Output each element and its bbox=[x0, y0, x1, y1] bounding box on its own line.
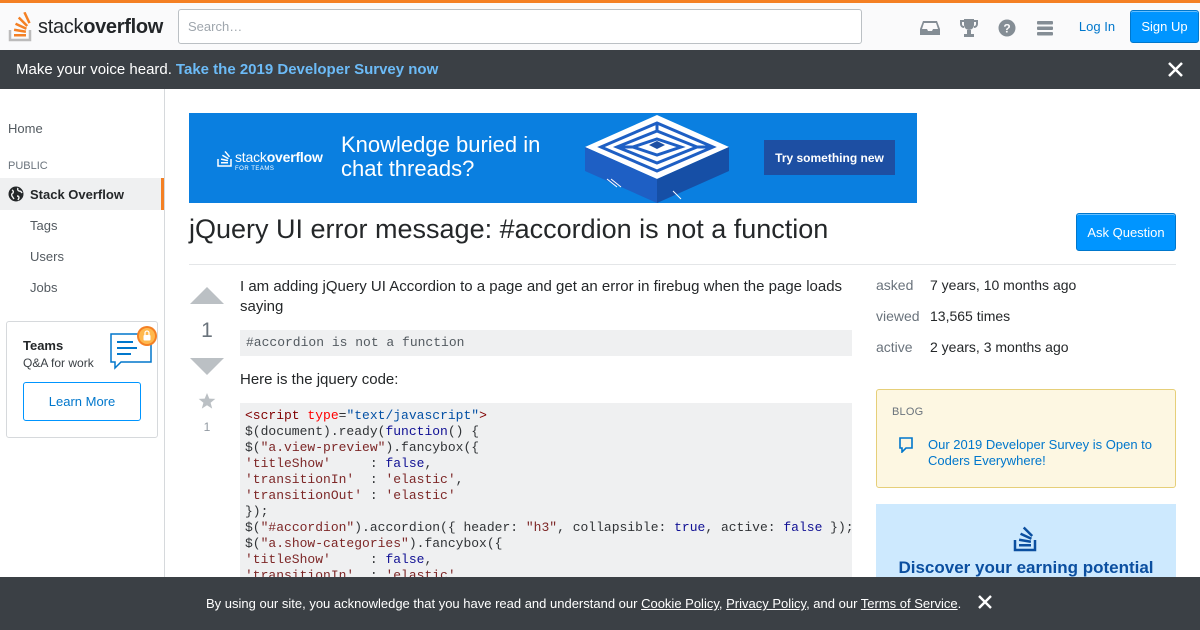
sidebar-item-users[interactable]: Users bbox=[30, 249, 64, 264]
inbox-icon[interactable] bbox=[919, 17, 941, 39]
stackoverflow-logo[interactable]: stackoverflow bbox=[8, 11, 163, 43]
help-icon[interactable]: ? bbox=[996, 17, 1018, 39]
svg-text:?: ? bbox=[1003, 22, 1010, 36]
logo-text: stackoverflow bbox=[38, 15, 164, 38]
stackoverflow-logo-icon bbox=[8, 12, 32, 42]
ask-question-button[interactable]: Ask Question bbox=[1076, 213, 1176, 251]
sidebar-item-label: Stack Overflow bbox=[30, 186, 124, 202]
sign-up-button[interactable]: Sign Up bbox=[1130, 10, 1199, 43]
learn-more-button[interactable]: Learn More bbox=[23, 382, 141, 421]
close-icon[interactable] bbox=[978, 595, 992, 609]
downvote-arrow-icon[interactable] bbox=[190, 356, 224, 381]
code-line: $(document).ready(function() { bbox=[245, 424, 480, 439]
code-line: $("#accordion").accordion({ header: "h3"… bbox=[245, 520, 852, 535]
log-in-button[interactable]: Log In bbox=[1071, 10, 1123, 43]
favorite-star-icon[interactable] bbox=[198, 392, 216, 415]
viewed-value: 13,565 times bbox=[930, 308, 1011, 324]
search-input[interactable] bbox=[178, 9, 862, 44]
cookie-notice: By using our site, you acknowledge that … bbox=[0, 577, 1200, 630]
asked-value[interactable]: 7 years, 10 months ago bbox=[930, 277, 1076, 293]
question-body-intro: I am adding jQuery UI Accordion to a pag… bbox=[240, 278, 843, 315]
favorite-count: 1 bbox=[203, 420, 211, 434]
blog-heading: BLOG bbox=[892, 406, 924, 418]
earn-ad-text: Discover your earning potential bbox=[898, 558, 1154, 577]
privacy-policy-link[interactable]: Privacy Policy bbox=[726, 596, 806, 611]
survey-banner-text: Make your voice heard. bbox=[16, 61, 172, 78]
close-icon[interactable] bbox=[1167, 61, 1184, 78]
left-sidebar: Home PUBLIC Stack Overflow Tags Users Jo… bbox=[0, 89, 165, 630]
maze-illustration bbox=[585, 115, 729, 203]
terms-of-service-link[interactable]: Terms of Service bbox=[861, 596, 958, 611]
error-code-snippet: #accordion is not a function bbox=[240, 330, 852, 356]
stackoverflow-logo-icon bbox=[1013, 526, 1037, 552]
code-line: $("a.show-categories").fancybox({ bbox=[245, 536, 503, 551]
teams-title: Teams bbox=[23, 338, 64, 353]
blog-widget: BLOG Our 2019 Developer Survey is Open t… bbox=[876, 389, 1176, 488]
code-line: }); bbox=[245, 504, 269, 519]
cookie-policy-link[interactable]: Cookie Policy bbox=[641, 596, 719, 611]
ad-logo: stackoverflow FOR TEAMS bbox=[217, 149, 323, 172]
code-block: <script type="text/javascript"> $(documen… bbox=[240, 403, 852, 603]
try-something-new-button[interactable]: Try something new bbox=[764, 140, 895, 175]
site-switcher-icon[interactable] bbox=[1034, 17, 1056, 39]
asked-label: asked bbox=[876, 277, 914, 293]
top-bar: stackoverflow ? Log In Sign Up bbox=[0, 0, 1200, 50]
code-line: $("a.view-preview").fancybox({ bbox=[245, 440, 480, 455]
sidebar-item-tags[interactable]: Tags bbox=[30, 218, 57, 233]
blog-link[interactable]: Our 2019 Developer Survey is Open to Cod… bbox=[928, 437, 1168, 469]
code-line: 'titleShow' : false, bbox=[245, 456, 433, 471]
viewed-label: viewed bbox=[876, 308, 920, 324]
cookie-suffix: . bbox=[957, 596, 962, 611]
cookie-sep1: , bbox=[718, 596, 723, 611]
sidebar-public-heading: PUBLIC bbox=[8, 160, 48, 172]
header-divider bbox=[189, 264, 1176, 265]
achievements-icon[interactable] bbox=[958, 17, 980, 39]
teams-ad-banner[interactable]: stackoverflow FOR TEAMS Knowledge buried… bbox=[189, 113, 917, 203]
stackoverflow-logo-icon bbox=[217, 150, 232, 167]
question-title[interactable]: jQuery UI error message: #accordion is n… bbox=[189, 214, 828, 245]
teams-chat-icon bbox=[110, 326, 157, 370]
teams-promo: Teams Q&A for work Learn More bbox=[6, 321, 158, 438]
sidebar-item-stack-overflow[interactable]: Stack Overflow bbox=[0, 178, 164, 210]
survey-banner: Make your voice heard. Take the 2019 Dev… bbox=[0, 50, 1200, 89]
code-line: 'transitionIn' : 'elastic', bbox=[245, 472, 464, 487]
active-value[interactable]: 2 years, 3 months ago bbox=[930, 339, 1069, 355]
active-label: active bbox=[876, 339, 913, 355]
ad-logo-sub: FOR TEAMS bbox=[235, 166, 275, 172]
cookie-sep2: , and our bbox=[806, 596, 858, 611]
code-line: <script type="text/javascript"> bbox=[245, 408, 487, 423]
globe-icon bbox=[8, 186, 24, 202]
question-body-code-intro: Here is the jquery code: bbox=[240, 371, 399, 388]
teams-subtitle: Q&A for work bbox=[23, 356, 94, 370]
sidebar-item-jobs[interactable]: Jobs bbox=[30, 280, 57, 295]
survey-link[interactable]: Take the 2019 Developer Survey now bbox=[176, 61, 438, 78]
chat-bubble-icon bbox=[899, 437, 913, 453]
upvote-arrow-icon[interactable] bbox=[190, 286, 224, 311]
vote-count: 1 bbox=[201, 319, 213, 342]
code-line: 'transitionOut' : 'elastic' bbox=[245, 488, 456, 503]
cookie-notice-text: By using our site, you acknowledge that … bbox=[206, 596, 961, 611]
code-line: 'titleShow' : false, bbox=[245, 552, 433, 567]
sidebar-item-home[interactable]: Home bbox=[8, 121, 43, 136]
ad-logo-text: stackoverflow bbox=[235, 149, 323, 165]
ad-headline: Knowledge buried in chat threads? bbox=[341, 132, 541, 181]
cookie-prefix: By using our site, you acknowledge that … bbox=[206, 596, 638, 611]
